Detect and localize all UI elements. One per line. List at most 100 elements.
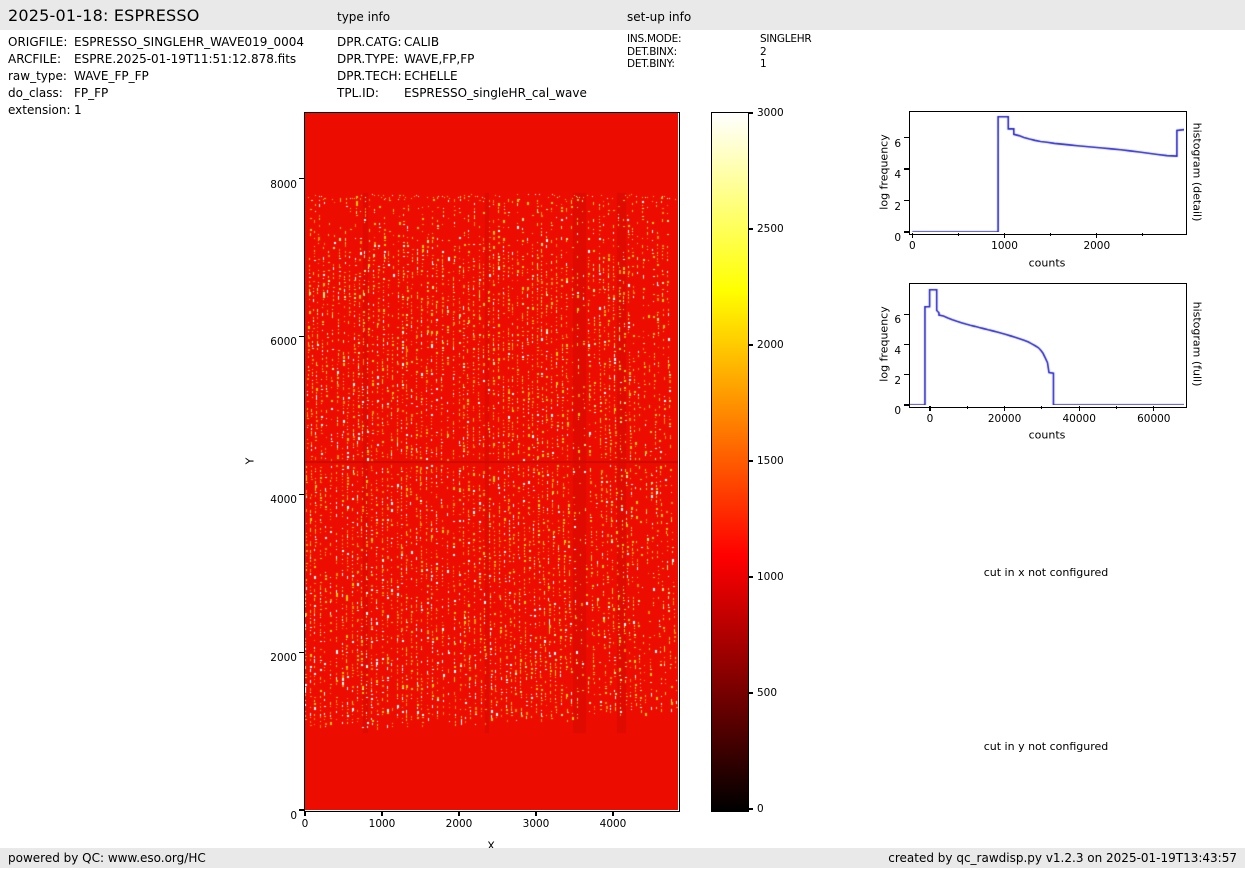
tick-label: 1500	[757, 455, 784, 467]
footer-powered-by: powered by QC: www.eso.org/HC	[8, 851, 206, 865]
raw-image-canvas	[305, 113, 678, 810]
tick-label: 2000	[446, 818, 473, 830]
tick-label: 1000	[991, 240, 1018, 252]
tick-label: 40000	[1062, 413, 1095, 425]
histogram-full-yaxis-label: log frequency	[878, 306, 891, 381]
tick-label: 0	[290, 810, 297, 822]
tick-label: 500	[757, 687, 777, 699]
field-label: do_class:	[8, 86, 63, 100]
field-value: 2	[760, 46, 766, 58]
tick-label: 0	[302, 818, 309, 830]
tick-label: 0	[909, 240, 916, 252]
field-label: DPR.TECH:	[337, 69, 402, 83]
tick-label: 1000	[369, 818, 396, 830]
tick-label: 0	[894, 405, 901, 417]
tick-mark	[904, 231, 909, 232]
tick-mark	[1142, 233, 1143, 236]
tick-label: 2	[894, 201, 901, 213]
tick-mark	[1096, 233, 1097, 238]
histogram-full-plot	[909, 283, 1187, 408]
tick-mark	[1041, 406, 1042, 409]
tick-mark	[904, 314, 909, 315]
field-label: TPL.ID:	[337, 86, 379, 100]
tick-mark	[967, 406, 968, 409]
main-yaxis-label: Y	[244, 458, 257, 465]
tick-mark	[1153, 406, 1154, 411]
tick-mark	[1079, 406, 1080, 411]
tick-mark	[304, 811, 305, 816]
field-value: ECHELLE	[404, 69, 458, 83]
tick-mark	[912, 233, 913, 238]
histogram-detail-yaxis-label: log frequency	[878, 134, 891, 209]
tick-mark	[748, 692, 753, 693]
histogram-full-title: histogram (full)	[1191, 302, 1204, 387]
cut-y-message: cut in y not configured	[984, 740, 1109, 753]
tick-label: 20000	[988, 413, 1021, 425]
field-label: raw_type:	[8, 69, 67, 83]
field-label: ARCFILE:	[8, 52, 61, 66]
field-label: DPR.TYPE:	[337, 52, 399, 66]
tick-label: 3000	[523, 818, 550, 830]
tick-mark	[904, 344, 909, 345]
histogram-detail-xaxis-label: counts	[1029, 257, 1066, 270]
tick-mark	[904, 168, 909, 169]
setup-info-section-label: set-up info	[627, 10, 691, 24]
tick-mark	[1004, 406, 1005, 411]
tick-mark	[535, 811, 536, 816]
tick-label: 4	[894, 169, 901, 181]
histogram-detail-canvas	[910, 112, 1184, 232]
tick-mark	[1004, 233, 1005, 238]
tick-label: 0	[894, 232, 901, 244]
field-value: FP_FP	[74, 86, 108, 100]
cut-x-message: cut in x not configured	[984, 566, 1109, 579]
tick-mark	[1050, 233, 1051, 236]
tick-mark	[748, 228, 753, 229]
tick-label: 2500	[757, 223, 784, 235]
tick-label: 2	[894, 375, 901, 387]
tick-label: 0	[927, 413, 934, 425]
histogram-full-canvas	[910, 284, 1184, 405]
tick-mark	[299, 809, 304, 810]
field-label: DPR.CATG:	[337, 35, 402, 49]
tick-label: 1000	[757, 571, 784, 583]
tick-mark	[299, 178, 304, 179]
type-info-section-label: type info	[337, 10, 390, 24]
tick-label: 4	[894, 345, 901, 357]
tick-label: 2000	[270, 652, 297, 664]
histogram-full-xaxis-label: counts	[1029, 429, 1066, 442]
tick-mark	[612, 811, 613, 816]
field-value: ESPRESSO_SINGLEHR_WAVE019_0004	[74, 35, 304, 49]
field-label: extension:	[8, 103, 71, 117]
tick-mark	[748, 112, 753, 113]
field-value: SINGLEHR	[760, 33, 811, 45]
tick-mark	[1116, 406, 1117, 409]
tick-mark	[381, 811, 382, 816]
tick-mark	[958, 233, 959, 236]
colorbar	[711, 112, 749, 812]
tick-mark	[904, 374, 909, 375]
field-value: 1	[74, 103, 82, 117]
tick-mark	[904, 404, 909, 405]
field-label: DET.BINX:	[627, 46, 677, 58]
tick-label: 6000	[270, 336, 297, 348]
field-label: INS.MODE:	[627, 33, 681, 45]
tick-mark	[299, 494, 304, 495]
histogram-detail-title: histogram (detail)	[1191, 123, 1204, 222]
field-value: 1	[760, 58, 766, 70]
page-title: 2025-01-18: ESPRESSO	[8, 6, 200, 25]
tick-label: 6	[894, 314, 901, 326]
tick-label: 4000	[600, 818, 627, 830]
tick-label: 60000	[1137, 413, 1170, 425]
field-value: WAVE,FP,FP	[404, 52, 474, 66]
field-value: ESPRE.2025-01-19T11:51:12.878.fits	[74, 52, 296, 66]
tick-mark	[904, 200, 909, 201]
tick-mark	[748, 576, 753, 577]
field-value: WAVE_FP_FP	[74, 69, 149, 83]
tick-label: 3000	[757, 107, 784, 119]
tick-label: 0	[757, 803, 764, 815]
tick-label: 6	[894, 138, 901, 150]
tick-label: 8000	[270, 179, 297, 191]
tick-mark	[904, 137, 909, 138]
tick-mark	[748, 808, 753, 809]
tick-mark	[929, 406, 930, 411]
